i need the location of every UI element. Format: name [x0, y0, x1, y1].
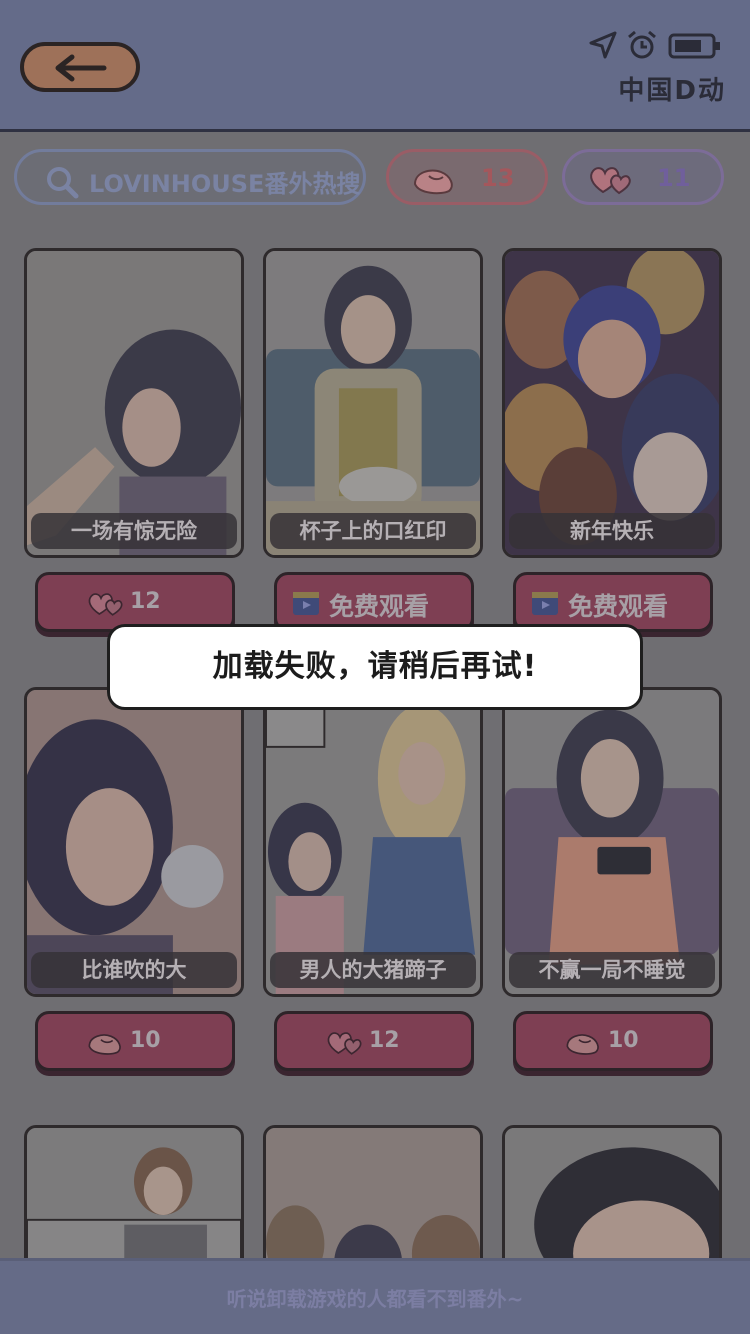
location-arrow-icon [588, 30, 618, 64]
status-icons [588, 30, 728, 60]
unlock-heart-button[interactable]: 12 [35, 572, 235, 632]
left-arrow-icon [55, 54, 107, 82]
footer-hint: 听说卸载游戏的人都看不到番外~ [226, 1287, 524, 1311]
search-label: LOVINHOUSE番外热搜 [89, 170, 361, 198]
card-title: 新年快乐 [509, 513, 715, 549]
card-illustration [266, 251, 480, 555]
card-illustration [266, 690, 480, 994]
video-icon [291, 589, 321, 623]
toolbar: LOVINHOUSE番外热搜 13 11 [0, 145, 750, 209]
battery-icon [668, 32, 724, 64]
heart-icon [86, 589, 126, 623]
story-card[interactable]: 一场有惊无险 [24, 248, 244, 558]
meat-count: 13 [481, 164, 515, 192]
card-illustration [505, 251, 719, 555]
video-icon [530, 589, 560, 623]
card-illustration [27, 690, 241, 994]
story-card[interactable]: 男人的大猪蹄子 [263, 687, 483, 997]
story-card[interactable]: 比谁吹的大 [24, 687, 244, 997]
unlock-meat-button[interactable]: 10 [35, 1011, 235, 1071]
card-title: 一场有惊无险 [31, 513, 237, 549]
back-button[interactable] [20, 42, 140, 92]
story-card[interactable]: 杯子上的口红印 [263, 248, 483, 558]
heart-icon [325, 1028, 365, 1062]
button-label: 10 [130, 1028, 161, 1053]
button-label: 12 [130, 589, 161, 614]
meat-icon [411, 164, 459, 200]
card-title: 杯子上的口红印 [270, 513, 476, 549]
card-illustration [27, 251, 241, 555]
search-icon [45, 165, 79, 203]
heart-icon [587, 164, 635, 200]
story-card[interactable]: 新年快乐 [502, 248, 722, 558]
unlock-heart-button[interactable]: 12 [274, 1011, 474, 1071]
error-toast: 加载失败，请稍后再试! [107, 624, 643, 710]
card-title: 比谁吹的大 [31, 952, 237, 988]
heart-counter[interactable]: 11 [562, 149, 724, 205]
free-watch-button[interactable]: 免费观看 [274, 572, 474, 632]
button-label: 10 [608, 1028, 639, 1053]
meat-icon [86, 1028, 126, 1062]
carrier-label: 中国D动 [618, 76, 726, 106]
free-watch-button[interactable]: 免费观看 [513, 572, 713, 632]
card-title: 不赢一局不睡觉 [509, 952, 715, 988]
card-title: 男人的大猪蹄子 [270, 952, 476, 988]
unlock-meat-button[interactable]: 10 [513, 1011, 713, 1071]
search-button[interactable]: LOVINHOUSE番外热搜 [14, 149, 366, 205]
top-bar: 中国D动 [0, 0, 750, 132]
alarm-clock-icon [626, 30, 658, 64]
story-card[interactable]: 不赢一局不睡觉 [502, 687, 722, 997]
meat-icon [564, 1028, 604, 1062]
button-label: 免费观看 [568, 592, 669, 621]
footer-bar: 听说卸载游戏的人都看不到番外~ [0, 1258, 750, 1334]
button-label: 免费观看 [329, 592, 430, 621]
button-label: 12 [369, 1028, 400, 1053]
meat-counter[interactable]: 13 [386, 149, 548, 205]
card-illustration [505, 690, 719, 994]
heart-count: 11 [657, 164, 691, 192]
